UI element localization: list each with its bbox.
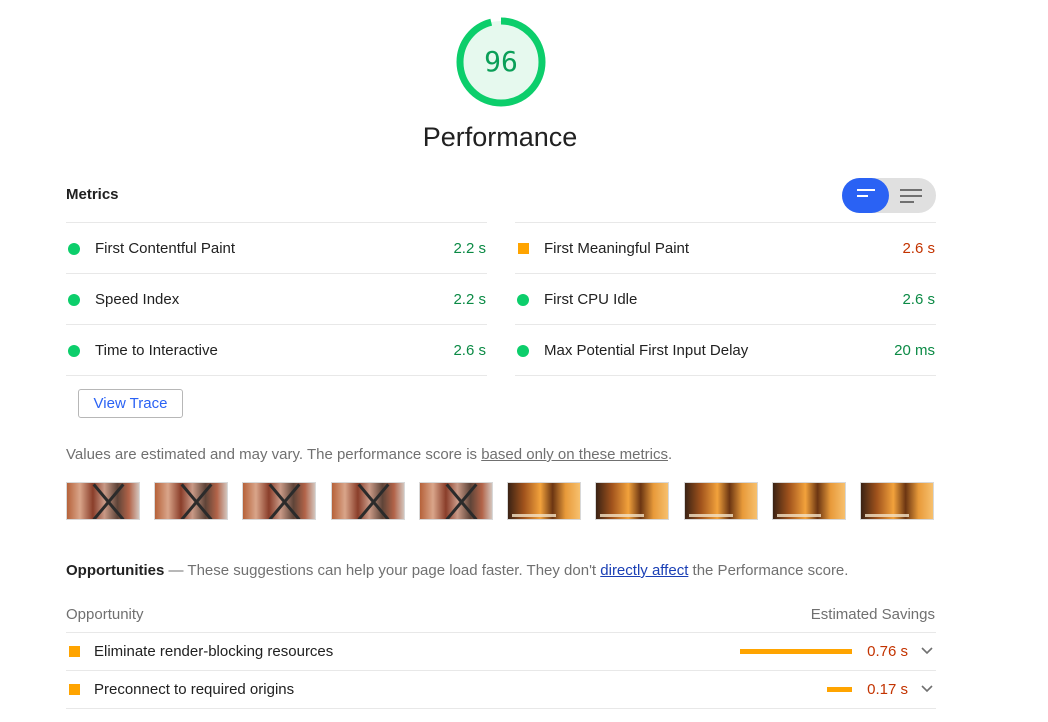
- disclaimer-suffix: .: [667, 446, 673, 463]
- metric-value: 2.6 s: [453, 342, 486, 359]
- opportunities-description: These suggestions can help your page loa…: [187, 562, 601, 579]
- savings-column-header: Estimated Savings: [810, 606, 935, 623]
- opportunity-column-header: Opportunity: [66, 606, 144, 623]
- performance-score-gauge: 96: [455, 16, 547, 108]
- chevron-down-icon[interactable]: [918, 679, 936, 697]
- metric-first-meaningful-paint: First Meaningful Paint 2.6 s: [515, 223, 936, 274]
- savings-bar: [827, 687, 852, 692]
- filmstrip-frame: [331, 482, 405, 520]
- metric-value: 2.2 s: [453, 240, 486, 257]
- opportunities-list: Eliminate render-blocking resources 0.76…: [66, 632, 936, 709]
- average-indicator-icon: [69, 646, 80, 657]
- metric-value: 2.6 s: [902, 291, 935, 308]
- metrics-info-link[interactable]: based only on these metrics: [481, 446, 668, 463]
- performance-score: 96: [484, 45, 518, 78]
- summary-view-button[interactable]: [842, 178, 889, 213]
- average-indicator-icon: [518, 243, 529, 254]
- summary-view-icon: [857, 189, 875, 201]
- pass-indicator-icon: [68, 294, 80, 306]
- pass-indicator-icon: [517, 294, 529, 306]
- metric-label: First CPU Idle: [544, 291, 638, 308]
- opportunity-row[interactable]: Preconnect to required origins 0.17 s: [66, 671, 936, 709]
- metrics-heading: Metrics: [66, 186, 119, 203]
- opportunities-columns: Opportunity Estimated Savings: [66, 606, 936, 623]
- metrics-column-right: First Meaningful Paint 2.6 s First CPU I…: [515, 222, 936, 376]
- opportunity-label: Eliminate render-blocking resources: [94, 643, 334, 660]
- metric-label: Max Potential First Input Delay: [544, 342, 749, 359]
- savings-value: 0.76 s: [867, 643, 908, 660]
- metric-label: First Contentful Paint: [95, 240, 236, 257]
- metric-value: 2.6 s: [902, 240, 935, 257]
- filmstrip-frame: [507, 482, 581, 520]
- metric-max-potential-fid: Max Potential First Input Delay 20 ms: [515, 325, 936, 376]
- metric-value: 20 ms: [894, 342, 935, 359]
- savings-value: 0.17 s: [867, 681, 908, 698]
- metrics-view-toggle[interactable]: [842, 178, 936, 213]
- filmstrip-frame: [419, 482, 493, 520]
- opportunity-label: Preconnect to required origins: [94, 681, 295, 698]
- metrics-disclaimer: Values are estimated and may vary. The p…: [66, 446, 672, 463]
- view-trace-button[interactable]: View Trace: [78, 389, 183, 418]
- disclaimer-text: Values are estimated and may vary. The p…: [66, 446, 482, 463]
- filmstrip-frame: [772, 482, 846, 520]
- filmstrip-frame: [66, 482, 140, 520]
- directly-affect-link[interactable]: directly affect: [600, 562, 688, 579]
- opportunities-header: Opportunities — These suggestions can he…: [66, 562, 848, 579]
- metric-label: Time to Interactive: [95, 342, 218, 359]
- category-title: Performance: [422, 122, 578, 152]
- pass-indicator-icon: [68, 345, 80, 357]
- average-indicator-icon: [69, 684, 80, 695]
- metric-label: First Meaningful Paint: [544, 240, 690, 257]
- filmstrip-frame: [154, 482, 228, 520]
- metric-value: 2.2 s: [453, 291, 486, 308]
- pass-indicator-icon: [517, 345, 529, 357]
- chevron-down-icon[interactable]: [918, 641, 936, 659]
- opportunities-heading: Opportunities: [66, 562, 165, 579]
- filmstrip-frame: [595, 482, 669, 520]
- list-view-icon[interactable]: [900, 189, 922, 207]
- filmstrip-frame: [860, 482, 934, 520]
- metric-first-contentful-paint: First Contentful Paint 2.2 s: [66, 223, 487, 274]
- metrics-column-left: First Contentful Paint 2.2 s Speed Index…: [66, 222, 487, 376]
- metric-first-cpu-idle: First CPU Idle 2.6 s: [515, 274, 936, 325]
- filmstrip-frame: [684, 482, 758, 520]
- opportunity-row[interactable]: Eliminate render-blocking resources 0.76…: [66, 633, 936, 671]
- filmstrip: [66, 482, 936, 520]
- pass-indicator-icon: [68, 243, 80, 255]
- opportunities-description-suffix: the Performance score.: [688, 562, 849, 579]
- metric-time-to-interactive: Time to Interactive 2.6 s: [66, 325, 487, 376]
- savings-bar: [740, 649, 852, 654]
- metric-label: Speed Index: [95, 291, 180, 308]
- metric-speed-index: Speed Index 2.2 s: [66, 274, 487, 325]
- filmstrip-frame: [242, 482, 316, 520]
- opportunities-dash: —: [164, 562, 188, 579]
